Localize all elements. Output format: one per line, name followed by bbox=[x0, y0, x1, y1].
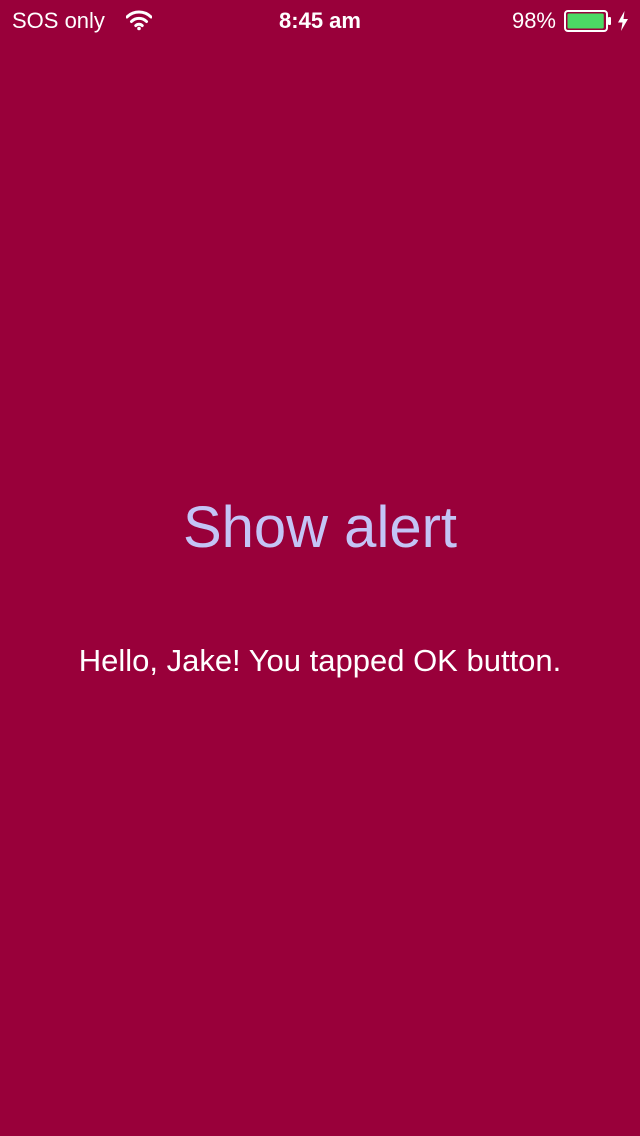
app-screen: SOS only 8:45 am 98% Show alert Hello, J… bbox=[0, 0, 640, 1136]
status-bar: SOS only 8:45 am 98% bbox=[0, 0, 640, 40]
result-message: Hello, Jake! You tapped OK button. bbox=[78, 643, 562, 678]
show-alert-button[interactable]: Show alert bbox=[0, 492, 640, 564]
charging-bolt-icon bbox=[616, 10, 630, 32]
battery-icon bbox=[564, 10, 612, 32]
battery-percentage: 98% bbox=[511, 8, 556, 33]
